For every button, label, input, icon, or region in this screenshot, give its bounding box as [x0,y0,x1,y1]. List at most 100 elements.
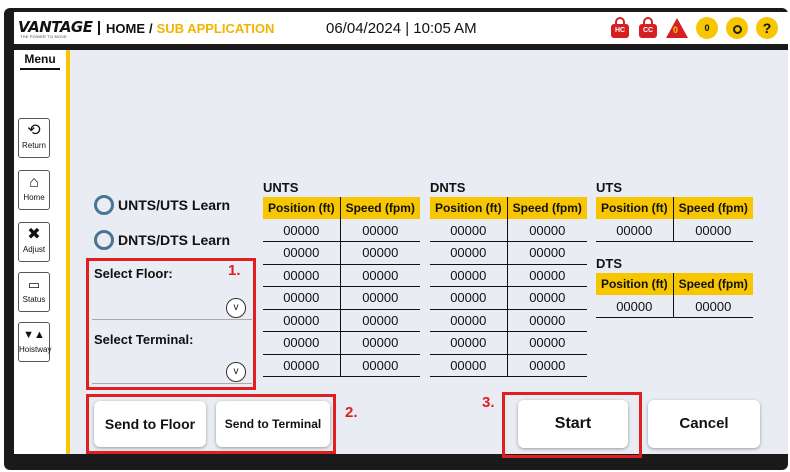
dnts-dts-learn-label: DNTS/DTS Learn [118,232,231,248]
home-icon: ⌂ [29,174,39,191]
position-cell: 00000 [430,331,508,355]
help-button[interactable]: ? [756,17,778,39]
sidebar-item-status[interactable]: ▭ Status [18,272,50,312]
alarm-clock-icon[interactable]: 0 [696,17,718,39]
sidebar-item-return[interactable]: ⟲ Return [18,118,50,158]
position-cell: 00000 [430,264,508,287]
column-header-speed: Speed (fpm) [673,197,753,219]
sidebar-item-home[interactable]: ⌂ Home [18,170,50,210]
sidebar-item-label: Return [21,141,46,150]
position-cell: 00000 [263,219,341,242]
annotation-3: 3. [482,394,495,411]
column-header-position: Position (ft) [596,197,674,219]
speed-cell: 00000 [507,241,587,265]
help-icon: ? [762,20,772,36]
select-terminal-dropdown[interactable]: v [92,360,252,384]
speed-cell: 00000 [340,286,420,310]
breadcrumb-home[interactable]: HOME [106,21,145,36]
start-button[interactable]: Start [518,400,628,448]
speed-cell: 00000 [340,219,420,242]
sidebar-item-adjust[interactable]: ✖ Adjust [18,222,50,262]
hoistway-icon: ▼▲ [23,329,45,341]
table-row: 00000 00000 [263,219,420,242]
warning-icon[interactable]: 0 [666,18,688,38]
table-row: 00000 00000 [430,286,587,310]
speed-cell: 00000 [340,331,420,355]
speed-cell: 00000 [507,264,587,287]
radio-button-icon[interactable] [94,230,114,250]
search-button[interactable] [726,17,748,39]
position-cell: 00000 [430,286,508,310]
table-row: 00000 00000 [430,331,587,355]
annotation-1: 1. [228,262,241,279]
sidebar-item-label: Home [23,193,45,202]
hc-lock-icon[interactable]: HC [610,17,630,39]
search-icon [732,25,742,34]
sidebar-item-label: Hoistway [19,345,52,354]
dnts-title: DNTS [430,180,466,195]
table-row: 00000 00000 [430,264,587,287]
table-row: 00000 00000 [430,219,587,242]
unts-uts-learn-option[interactable]: UNTS/UTS Learn [94,195,230,215]
position-cell: 00000 [596,219,674,242]
column-header-position: Position (ft) [596,273,674,295]
table-row: 00000 00000 [430,309,587,332]
position-cell: 00000 [430,219,508,242]
table-row: 00000 00000 [596,219,753,242]
position-cell: 00000 [430,309,508,332]
sidebar-item-hoistway[interactable]: ▼▲ Hoistway [18,322,52,362]
speed-cell: 00000 [340,309,420,332]
table-row: 00000 00000 [263,264,420,287]
select-floor-label: Select Floor: [94,266,173,281]
datetime-display: 06/04/2024 | 10:05 AM [326,20,477,37]
position-cell: 00000 [263,309,341,332]
hc-lock-label: HC [611,24,629,38]
speed-cell: 00000 [507,286,587,310]
column-header-position: Position (ft) [430,197,508,219]
column-header-speed: Speed (fpm) [340,197,420,219]
position-cell: 00000 [263,264,341,287]
unts-title: UNTS [263,180,299,195]
chevron-down-icon[interactable]: v [226,298,246,318]
position-cell: 00000 [263,354,341,377]
position-cell: 00000 [263,331,341,355]
send-to-terminal-button[interactable]: Send to Terminal [216,401,330,447]
select-floor-dropdown[interactable]: v [92,296,252,320]
annotation-2: 2. [345,404,358,421]
menu-label[interactable]: Menu [14,52,66,66]
cancel-button[interactable]: Cancel [648,400,760,448]
radio-button-icon[interactable] [94,195,114,215]
speed-cell: 00000 [507,219,587,242]
uts-table: Position (ft) Speed (fpm) 00000 00000 [596,197,753,242]
column-header-speed: Speed (fpm) [507,197,587,219]
speed-cell: 00000 [673,295,753,318]
table-row: 00000 00000 [263,241,420,265]
dts-title: DTS [596,256,622,271]
table-row: 00000 00000 [263,354,420,377]
position-cell: 00000 [430,241,508,265]
speed-cell: 00000 [340,241,420,265]
speed-cell: 00000 [507,331,587,355]
dnts-table: Position (ft) Speed (fpm) 00000 00000 0000… [430,197,587,377]
speed-cell: 00000 [507,354,587,377]
send-to-floor-button[interactable]: Send to Floor [94,401,206,447]
speed-cell: 00000 [340,264,420,287]
chevron-down-icon[interactable]: v [226,362,246,382]
sidebar-item-label: Status [22,295,46,304]
tools-icon: ✖ [27,226,41,243]
table-row: 00000 00000 [430,354,587,377]
position-cell: 00000 [596,295,674,318]
sidebar-item-label: Adjust [22,245,46,254]
dts-table: Position (ft) Speed (fpm) 00000 00000 [596,273,753,318]
cc-lock-icon[interactable]: CC [638,17,658,39]
table-row: 00000 00000 [596,295,753,318]
return-icon: ⟲ [27,122,41,139]
table-row: 00000 00000 [430,241,587,265]
dnts-dts-learn-option[interactable]: DNTS/DTS Learn [94,230,230,250]
speed-cell: 00000 [340,354,420,377]
unts-uts-learn-label: UNTS/UTS Learn [118,197,231,213]
breadcrumb: HOME / SUB APPLICATION [98,21,274,36]
position-cell: 00000 [263,241,341,265]
breadcrumb-divider [98,21,100,35]
breadcrumb-sub-application: SUB APPLICATION [156,21,275,36]
